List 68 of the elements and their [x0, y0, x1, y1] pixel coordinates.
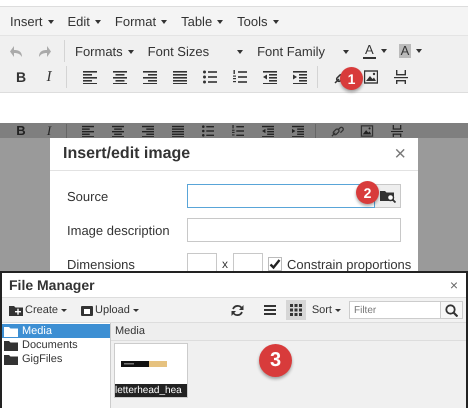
- bold-button[interactable]: B: [10, 124, 32, 138]
- caret-icon: [416, 49, 422, 53]
- align-left-icon[interactable]: [83, 70, 97, 84]
- caret-icon: [161, 20, 168, 24]
- menu-item[interactable]: Table: [181, 14, 224, 28]
- caret-icon: [343, 50, 349, 54]
- menu-item[interactable]: Insert: [10, 14, 54, 28]
- bullet-list-icon[interactable]: [203, 70, 217, 84]
- browse-button[interactable]: [375, 184, 401, 208]
- menu-item[interactable]: Format: [114, 14, 168, 28]
- folder-item[interactable]: GigFiles: [2, 352, 110, 366]
- grid-view-button[interactable]: [286, 300, 306, 320]
- upload-icon: [81, 304, 94, 316]
- caret-icon: [272, 20, 279, 24]
- caret-icon: [94, 20, 101, 24]
- field-label: Image description: [67, 222, 171, 238]
- grid-icon: [290, 304, 302, 316]
- numbered-list-icon[interactable]: [233, 70, 247, 84]
- sort-button[interactable]: Sort: [312, 304, 341, 316]
- indent-icon[interactable]: [293, 70, 307, 84]
- width-field[interactable]: [187, 253, 217, 271]
- checkbox-label: Constrain proportions: [287, 256, 412, 271]
- caret-icon: [380, 49, 387, 53]
- window-title: File Manager: [9, 277, 95, 293]
- bold-button[interactable]: B: [10, 69, 32, 85]
- breadcrumb: Media: [111, 323, 466, 341]
- folder-search-icon: [380, 189, 396, 203]
- align-right-icon[interactable]: [143, 70, 157, 84]
- dropdown[interactable]: Font Family: [257, 44, 349, 58]
- caret-icon: [48, 20, 54, 24]
- checkbox[interactable]: [268, 257, 282, 271]
- caret-icon: [237, 50, 244, 54]
- search-button[interactable]: [441, 301, 463, 319]
- refresh-icon[interactable]: [230, 304, 244, 316]
- image-icon[interactable]: [364, 70, 378, 84]
- justify-icon[interactable]: [173, 70, 187, 84]
- dialog-title: Insert/edit image: [63, 145, 190, 163]
- list-icon: [264, 304, 276, 316]
- caret-icon: [335, 308, 341, 312]
- outdent-icon[interactable]: [263, 70, 277, 84]
- folder-item[interactable]: Documents: [2, 338, 110, 352]
- upload-button[interactable]: Upload: [81, 304, 139, 316]
- italic-button[interactable]: I: [38, 68, 60, 86]
- menu-item[interactable]: Tools: [237, 14, 279, 28]
- caret-icon: [132, 308, 139, 312]
- folder-plus-icon: [9, 304, 23, 316]
- file-name: letterhead_hea: [115, 384, 187, 397]
- close-button[interactable]: ×: [394, 142, 406, 166]
- italic-button[interactable]: I: [38, 124, 60, 138]
- close-button[interactable]: ×: [450, 277, 458, 293]
- file-thumbnail[interactable]: letterhead_hea: [114, 343, 188, 398]
- input-field[interactable]: [187, 218, 401, 242]
- field-label: Source: [67, 188, 110, 204]
- caret-icon: [61, 308, 68, 312]
- page-break-icon[interactable]: [394, 70, 408, 84]
- folder-icon: [4, 354, 18, 364]
- text-color-button[interactable]: A: [363, 43, 387, 59]
- menu-item[interactable]: Edit: [68, 14, 101, 28]
- filter-field[interactable]: Filter: [349, 301, 441, 319]
- create-button[interactable]: Create: [9, 304, 68, 316]
- align-center-icon[interactable]: [113, 70, 127, 84]
- height-field[interactable]: [233, 253, 263, 271]
- caret-icon: [128, 50, 134, 54]
- field-label: Dimensions: [67, 256, 136, 271]
- caret-icon: [217, 20, 224, 24]
- times-label: x: [222, 257, 228, 271]
- dropdown[interactable]: Formats: [75, 44, 134, 58]
- dropdown[interactable]: Font Sizes: [148, 44, 244, 58]
